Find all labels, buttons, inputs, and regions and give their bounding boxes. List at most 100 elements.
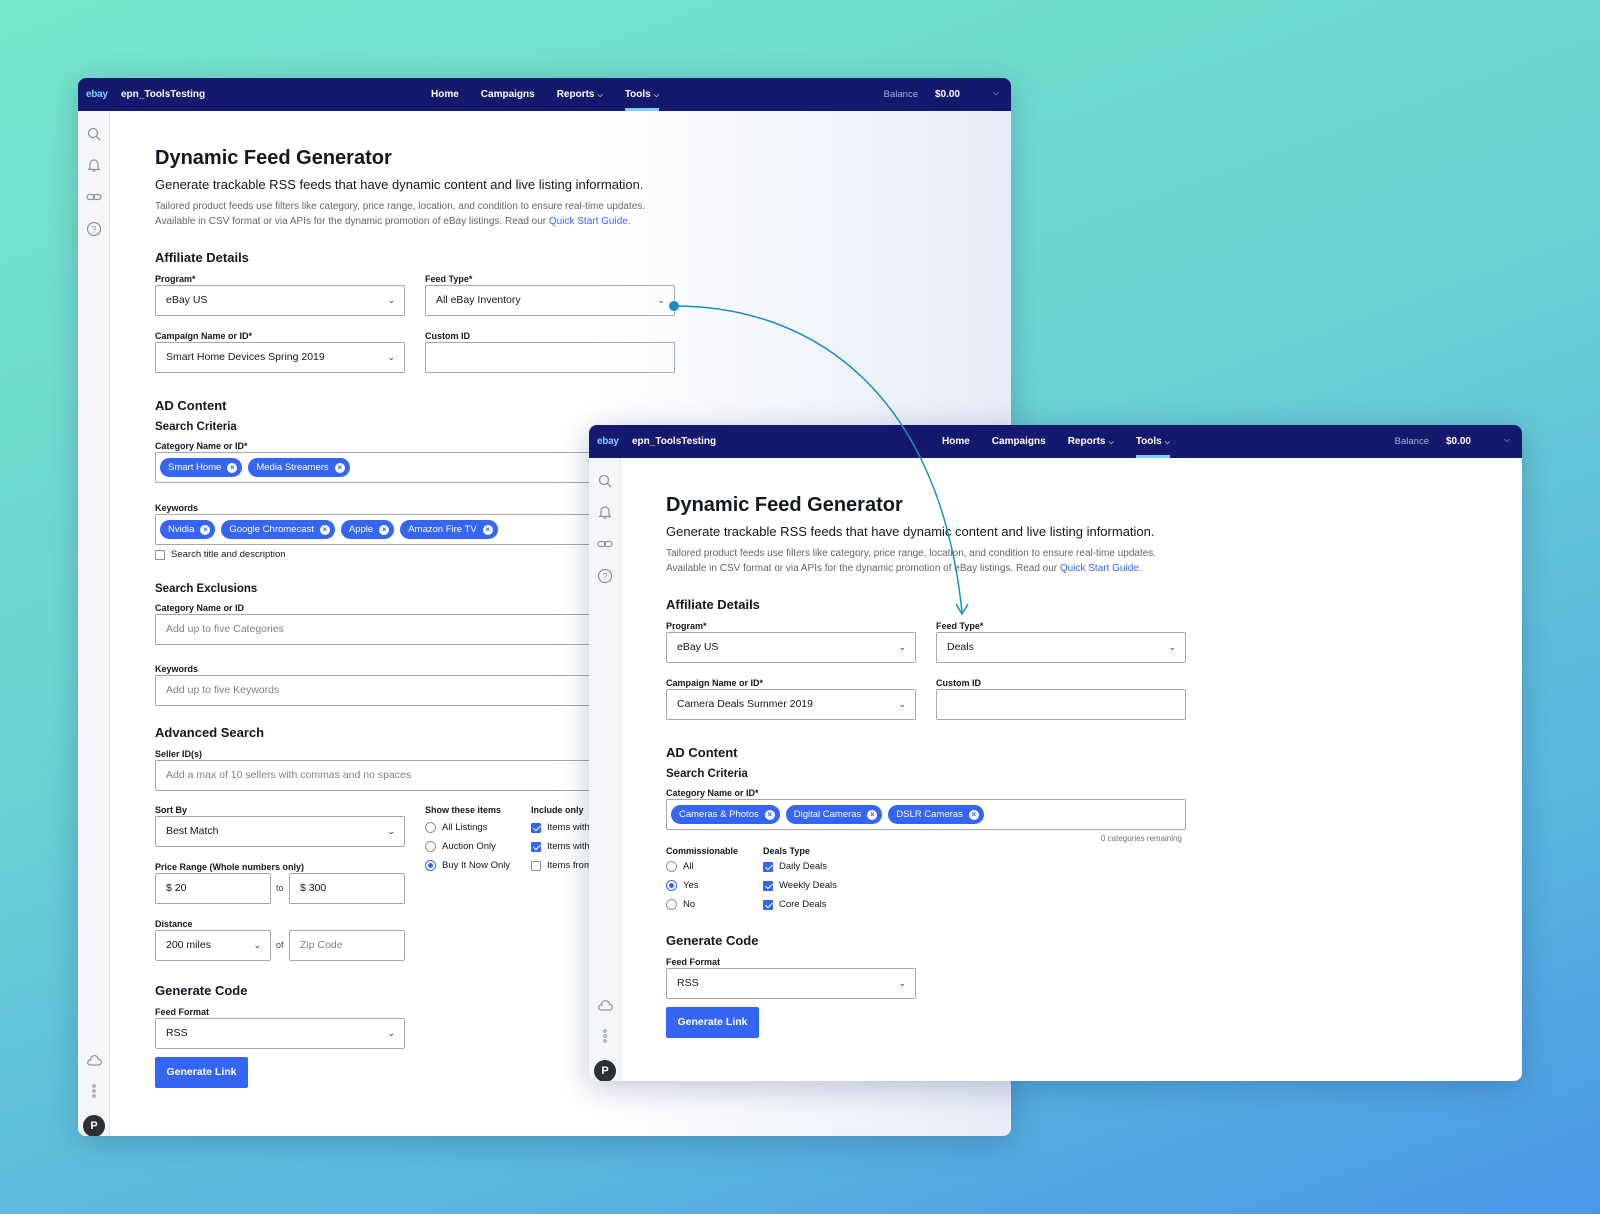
category-tag-input[interactable]: Cameras & Photos × Digital Cameras × DSLR … <box>666 799 1186 830</box>
feed-type-select[interactable]: Deals ⌄ <box>936 632 1186 663</box>
category-tag[interactable]: Smart Home × <box>160 458 243 477</box>
bell-icon[interactable] <box>597 504 613 520</box>
link-icon[interactable] <box>86 189 102 205</box>
price-max-input[interactable]: $ 300 <box>289 873 405 904</box>
generate-link-button[interactable]: Generate Link <box>666 1007 759 1038</box>
radio-commissionable-no[interactable]: No <box>666 899 695 910</box>
include-only-checkbox[interactable]: Items with <box>531 841 590 852</box>
search-icon[interactable] <box>597 473 613 489</box>
close-icon[interactable]: × <box>379 524 390 535</box>
radio-auction-only[interactable]: Auction Only <box>425 841 496 852</box>
help-icon[interactable]: ? <box>86 221 102 237</box>
distance-select[interactable]: 200 miles ⌄ <box>155 930 271 961</box>
checkbox-weekly-deals[interactable]: Weekly Deals <box>763 880 837 891</box>
seller-ids-label: Seller ID(s) <box>155 749 203 759</box>
generate-link-button[interactable]: Generate Link <box>155 1057 248 1088</box>
feed-type-label: Feed Type* <box>425 274 473 284</box>
price-separator: to <box>276 883 284 893</box>
keyword-tag[interactable]: Amazon Fire TV × <box>400 520 498 539</box>
account-name[interactable]: epn_ToolsTesting <box>632 436 716 447</box>
nav-tools[interactable]: Tools ⌵ <box>624 78 660 111</box>
help-icon[interactable]: ? <box>597 568 613 584</box>
zip-code-input[interactable]: Zip Code <box>289 930 405 961</box>
keyword-tag[interactable]: Nvidia × <box>160 520 216 539</box>
nav-tools[interactable]: Tools ⌵ <box>1135 425 1171 458</box>
link-icon[interactable] <box>597 536 613 552</box>
main-nav: Home Campaigns Reports ⌵ Tools ⌵ <box>431 78 660 111</box>
keywords-label: Keywords <box>155 503 199 513</box>
excl-category-label: Category Name or ID <box>155 603 245 613</box>
more-vertical-icon[interactable] <box>597 1028 613 1044</box>
nav-home[interactable]: Home <box>942 425 970 458</box>
ebay-logo[interactable]: ebay <box>597 436 619 447</box>
category-tag[interactable]: DSLR Cameras × <box>888 805 984 824</box>
balance-value: $0.00 <box>934 89 960 100</box>
bell-icon[interactable] <box>86 157 102 173</box>
radio-commissionable-yes[interactable]: Yes <box>666 880 699 891</box>
nav-home[interactable]: Home <box>431 78 459 111</box>
search-criteria-heading: Search Criteria <box>155 421 237 433</box>
cloud-icon[interactable] <box>597 998 613 1014</box>
cloud-icon[interactable] <box>86 1053 102 1069</box>
custom-id-input[interactable] <box>425 342 675 373</box>
account-name[interactable]: epn_ToolsTesting <box>121 89 205 100</box>
feed-format-select[interactable]: RSS ⌄ <box>666 968 916 999</box>
price-range-label: Price Range (Whole numbers only) <box>155 862 305 872</box>
nav-campaigns[interactable]: Campaigns <box>992 425 1046 458</box>
checkbox-daily-deals[interactable]: Daily Deals <box>763 861 827 872</box>
price-min-input[interactable]: $ 20 <box>155 873 271 904</box>
category-tag[interactable]: Cameras & Photos × <box>671 805 780 824</box>
program-select[interactable]: eBay US ⌄ <box>155 285 405 316</box>
feed-format-select[interactable]: RSS ⌄ <box>155 1018 405 1049</box>
quick-start-guide-link[interactable]: Quick Start Guide <box>549 216 628 227</box>
quick-start-guide-link[interactable]: Quick Start Guide <box>1060 563 1139 574</box>
section-generate-code: Generate Code <box>155 983 248 998</box>
section-advanced-search: Advanced Search <box>155 725 265 740</box>
close-icon[interactable]: × <box>482 524 493 535</box>
main-nav: Home Campaigns Reports ⌵ Tools ⌵ <box>942 425 1171 458</box>
keyword-tag[interactable]: Apple × <box>340 520 395 539</box>
feed-type-select[interactable]: All eBay Inventory ⌄ <box>425 285 675 316</box>
ebay-logo[interactable]: ebay <box>86 89 108 100</box>
program-select[interactable]: eBay US ⌄ <box>666 632 916 663</box>
sort-by-select[interactable]: Best Match ⌄ <box>155 816 405 847</box>
checkbox-core-deals[interactable]: Core Deals <box>763 899 827 910</box>
custom-id-label: Custom ID <box>936 678 981 688</box>
close-icon[interactable]: × <box>200 524 211 535</box>
custom-id-input[interactable] <box>936 689 1186 720</box>
close-icon[interactable]: × <box>764 809 775 820</box>
chevron-down-icon[interactable]: ⌵ <box>993 88 999 98</box>
close-icon[interactable]: × <box>319 524 330 535</box>
top-navbar: ebay epn_ToolsTesting Home Campaigns Rep… <box>589 425 1522 458</box>
category-tag[interactable]: Media Streamers × <box>248 458 350 477</box>
close-icon[interactable]: × <box>968 809 979 820</box>
avatar[interactable]: P <box>594 1060 616 1081</box>
category-tag[interactable]: Digital Cameras × <box>785 805 883 824</box>
close-icon[interactable]: × <box>867 809 878 820</box>
svg-text:?: ? <box>91 224 96 234</box>
search-icon[interactable] <box>86 126 102 142</box>
include-only-checkbox[interactable]: Items with <box>531 822 590 833</box>
nav-campaigns[interactable]: Campaigns <box>481 78 535 111</box>
page-title: Dynamic Feed Generator <box>155 147 392 169</box>
close-icon[interactable]: × <box>227 462 238 473</box>
nav-reports[interactable]: Reports ⌵ <box>1068 425 1114 458</box>
chevron-down-icon: ⌄ <box>253 940 261 950</box>
chevron-down-icon: ⌵ <box>653 92 660 99</box>
chevron-down-icon: ⌄ <box>387 352 395 362</box>
keyword-tag[interactable]: Google Chromecast × <box>221 520 335 539</box>
include-only-checkbox[interactable]: Items from <box>531 860 592 871</box>
radio-commissionable-all[interactable]: All <box>666 861 694 872</box>
program-label: Program* <box>155 274 196 284</box>
nav-reports[interactable]: Reports ⌵ <box>557 78 603 111</box>
radio-all-listings[interactable]: All Listings <box>425 822 487 833</box>
avatar[interactable]: P <box>83 1115 105 1136</box>
search-title-description-checkbox[interactable]: Search title and description <box>155 549 286 560</box>
close-icon[interactable]: × <box>334 462 345 473</box>
chevron-down-icon[interactable]: ⌵ <box>1504 435 1510 445</box>
balance-label: Balance <box>883 89 918 100</box>
radio-buy-it-now-only[interactable]: Buy It Now Only <box>425 860 510 871</box>
campaign-select[interactable]: Smart Home Devices Spring 2019 ⌄ <box>155 342 405 373</box>
more-vertical-icon[interactable] <box>86 1083 102 1099</box>
campaign-select[interactable]: Camera Deals Summer 2019 ⌄ <box>666 689 916 720</box>
